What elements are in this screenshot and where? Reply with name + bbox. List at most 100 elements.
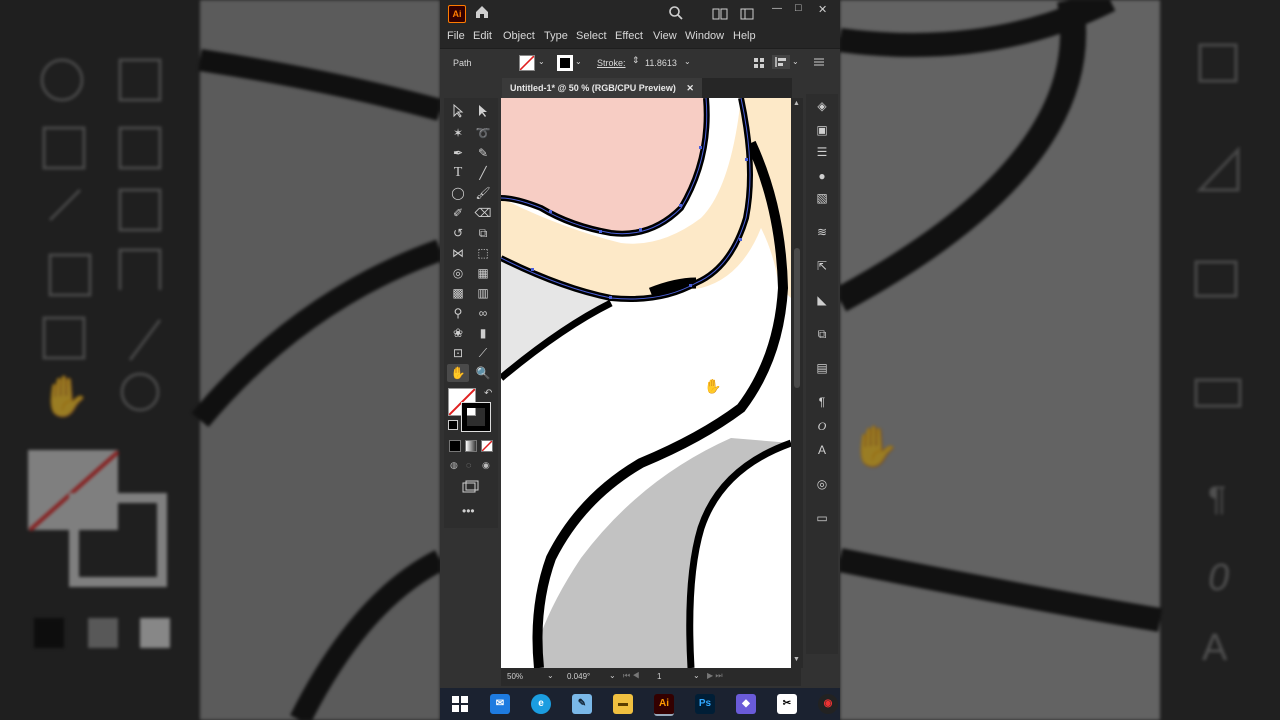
menu-view[interactable]: View <box>653 30 677 42</box>
ellipse-tool-icon[interactable]: ◯ <box>447 184 469 202</box>
notepad-icon[interactable]: ✎ <box>572 694 592 714</box>
edit-toolbar-icon[interactable]: ••• <box>462 504 475 518</box>
perspective-grid-icon[interactable]: ▦ <box>472 264 494 282</box>
shape-builder-icon[interactable]: ◎ <box>447 264 469 282</box>
transform-grid-icon[interactable] <box>753 57 765 71</box>
gradient-mode-icon[interactable] <box>465 440 477 452</box>
libraries-icon[interactable]: ▣ <box>814 122 830 138</box>
hand-tool-icon[interactable]: ✋ <box>447 364 469 382</box>
draw-inside-icon[interactable]: ◉ <box>482 460 490 471</box>
lasso-icon[interactable]: ➰ <box>472 124 494 142</box>
tab-close-icon[interactable]: ✕ <box>686 83 694 93</box>
artboard-canvas[interactable]: ✋ <box>501 98 791 668</box>
fill-swatch[interactable] <box>519 55 535 71</box>
paintbrush-icon[interactable]: 🖌 <box>472 184 494 202</box>
menu-help[interactable]: Help <box>733 30 756 42</box>
magic-wand-icon[interactable]: ✶ <box>447 124 469 142</box>
line-tool-icon[interactable]: ╱ <box>472 164 494 182</box>
appearance-icon[interactable]: ◎ <box>814 476 830 492</box>
rotate-tool-icon[interactable]: ↺ <box>447 224 469 242</box>
stroke-color-box[interactable] <box>461 402 491 432</box>
selection-tool-icon[interactable] <box>447 103 469 122</box>
transform-icon[interactable]: ▤ <box>814 360 830 376</box>
illustrator-icon[interactable]: Ai <box>654 694 674 716</box>
menu-file[interactable]: File <box>447 30 465 42</box>
maximize-button[interactable]: □ <box>795 2 802 14</box>
draw-normal-icon[interactable]: ◍ <box>450 460 458 471</box>
file-explorer-icon[interactable]: ▬ <box>613 694 633 714</box>
windows-icon[interactable] <box>450 694 470 714</box>
curvature-tool-icon[interactable]: ✎ <box>472 144 494 162</box>
column-graph-icon[interactable]: ▮ <box>472 324 494 342</box>
artboards-icon[interactable]: ⧉ <box>814 326 830 342</box>
color-mode-icon[interactable] <box>449 440 461 452</box>
app-icon[interactable]: ◆ <box>736 694 756 714</box>
zoom-tool-icon[interactable]: 🔍 <box>472 364 494 382</box>
slice-tool-icon[interactable]: ⟋ <box>472 344 494 362</box>
stroke-swatch[interactable] <box>557 55 573 71</box>
rotation-field[interactable]: 0.049° <box>567 672 590 681</box>
stroke-weight-chevron-icon[interactable]: ⌄ <box>684 57 691 66</box>
home-icon[interactable] <box>474 4 490 25</box>
menu-object[interactable]: Object <box>503 30 535 42</box>
menu-type[interactable]: Type <box>544 30 568 42</box>
align-chevron-icon[interactable]: ⌄ <box>792 57 799 66</box>
minimize-button[interactable]: — <box>772 3 782 14</box>
layers-icon[interactable]: ◈ <box>814 98 830 114</box>
document-tab[interactable]: Untitled-1* @ 50 % (RGB/CPU Preview) ✕ <box>502 78 702 98</box>
stroke-dropdown-chevron-icon[interactable]: ⌄ <box>575 57 582 66</box>
symbol-sprayer-icon[interactable]: ❀ <box>447 324 469 342</box>
vertical-scrollbar[interactable]: ▲ ▼ <box>791 98 803 668</box>
export-icon[interactable]: ⇱ <box>814 258 830 274</box>
arrange-documents-icon[interactable] <box>712 7 728 25</box>
type-tool-icon[interactable]: T <box>447 164 469 182</box>
blend-tool-icon[interactable]: ∞ <box>472 304 494 322</box>
menu-edit[interactable]: Edit <box>473 30 492 42</box>
artboard-chevron-icon[interactable]: ⌄ <box>693 671 700 680</box>
direct-selection-tool-icon[interactable] <box>472 104 494 122</box>
pen-tool-icon[interactable]: ✒ <box>447 144 469 162</box>
adjust-icon[interactable]: ≋ <box>814 224 830 240</box>
stroke-weight-field[interactable]: 11.8613 <box>645 58 677 68</box>
capcut-icon[interactable]: ✂ <box>777 694 797 714</box>
screen-mode-icon[interactable] <box>462 480 480 499</box>
zoom-level-field[interactable]: 50% <box>507 672 523 681</box>
chrome-icon[interactable]: ◉ <box>818 694 838 714</box>
none-mode-icon[interactable] <box>481 440 493 452</box>
artboard-next-icon[interactable]: ▶ ⏭ <box>707 671 723 681</box>
gradient-panel-icon[interactable]: ◣ <box>814 292 830 308</box>
mesh-tool-icon[interactable]: ▩ <box>447 284 469 302</box>
menu-effect[interactable]: Effect <box>615 30 643 42</box>
paragraph-icon[interactable]: ¶ <box>814 394 830 410</box>
color-icon[interactable]: ● <box>814 168 830 184</box>
scroll-down-arrow-icon[interactable]: ▼ <box>793 656 800 663</box>
stroke-stepper-icon[interactable]: ⇕ <box>632 55 640 66</box>
scroll-up-arrow-icon[interactable]: ▲ <box>793 100 800 107</box>
shaper-tool-icon[interactable]: ✐ <box>447 204 469 222</box>
artboard-number-field[interactable]: 1 <box>657 672 661 681</box>
zoom-chevron-icon[interactable]: ⌄ <box>547 671 554 680</box>
character-icon[interactable]: A <box>814 442 830 458</box>
free-transform-icon[interactable]: ⬚ <box>472 244 494 262</box>
eraser-icon[interactable]: ⌫ <box>472 204 494 222</box>
rotation-chevron-icon[interactable]: ⌄ <box>609 671 616 680</box>
default-colors-icon[interactable] <box>448 420 458 430</box>
photoshop-icon[interactable]: Ps <box>695 694 715 714</box>
stroke-label[interactable]: Stroke: <box>597 58 626 68</box>
search-icon[interactable] <box>668 5 684 26</box>
edge-icon[interactable]: e <box>531 694 551 714</box>
menu-select[interactable]: Select <box>576 30 607 42</box>
properties-icon[interactable]: ☰ <box>814 144 830 160</box>
fill-dropdown-chevron-icon[interactable]: ⌄ <box>538 57 545 66</box>
swap-fill-stroke-icon[interactable]: ↶ <box>484 388 492 399</box>
align-icon[interactable] <box>772 55 790 69</box>
swatches-icon[interactable]: ▧ <box>814 190 830 206</box>
stroke-panel-icon[interactable]: ▭ <box>814 510 830 526</box>
scrollbar-thumb[interactable] <box>794 248 800 388</box>
draw-behind-icon[interactable]: ◌ <box>466 460 471 470</box>
artboard-tool-icon[interactable]: ⊡ <box>447 344 469 362</box>
menu-window[interactable]: Window <box>685 30 724 42</box>
close-button[interactable]: ✕ <box>818 3 827 16</box>
eyedropper-icon[interactable]: ⚲ <box>447 304 469 322</box>
mail-icon[interactable]: ✉ <box>490 694 510 714</box>
